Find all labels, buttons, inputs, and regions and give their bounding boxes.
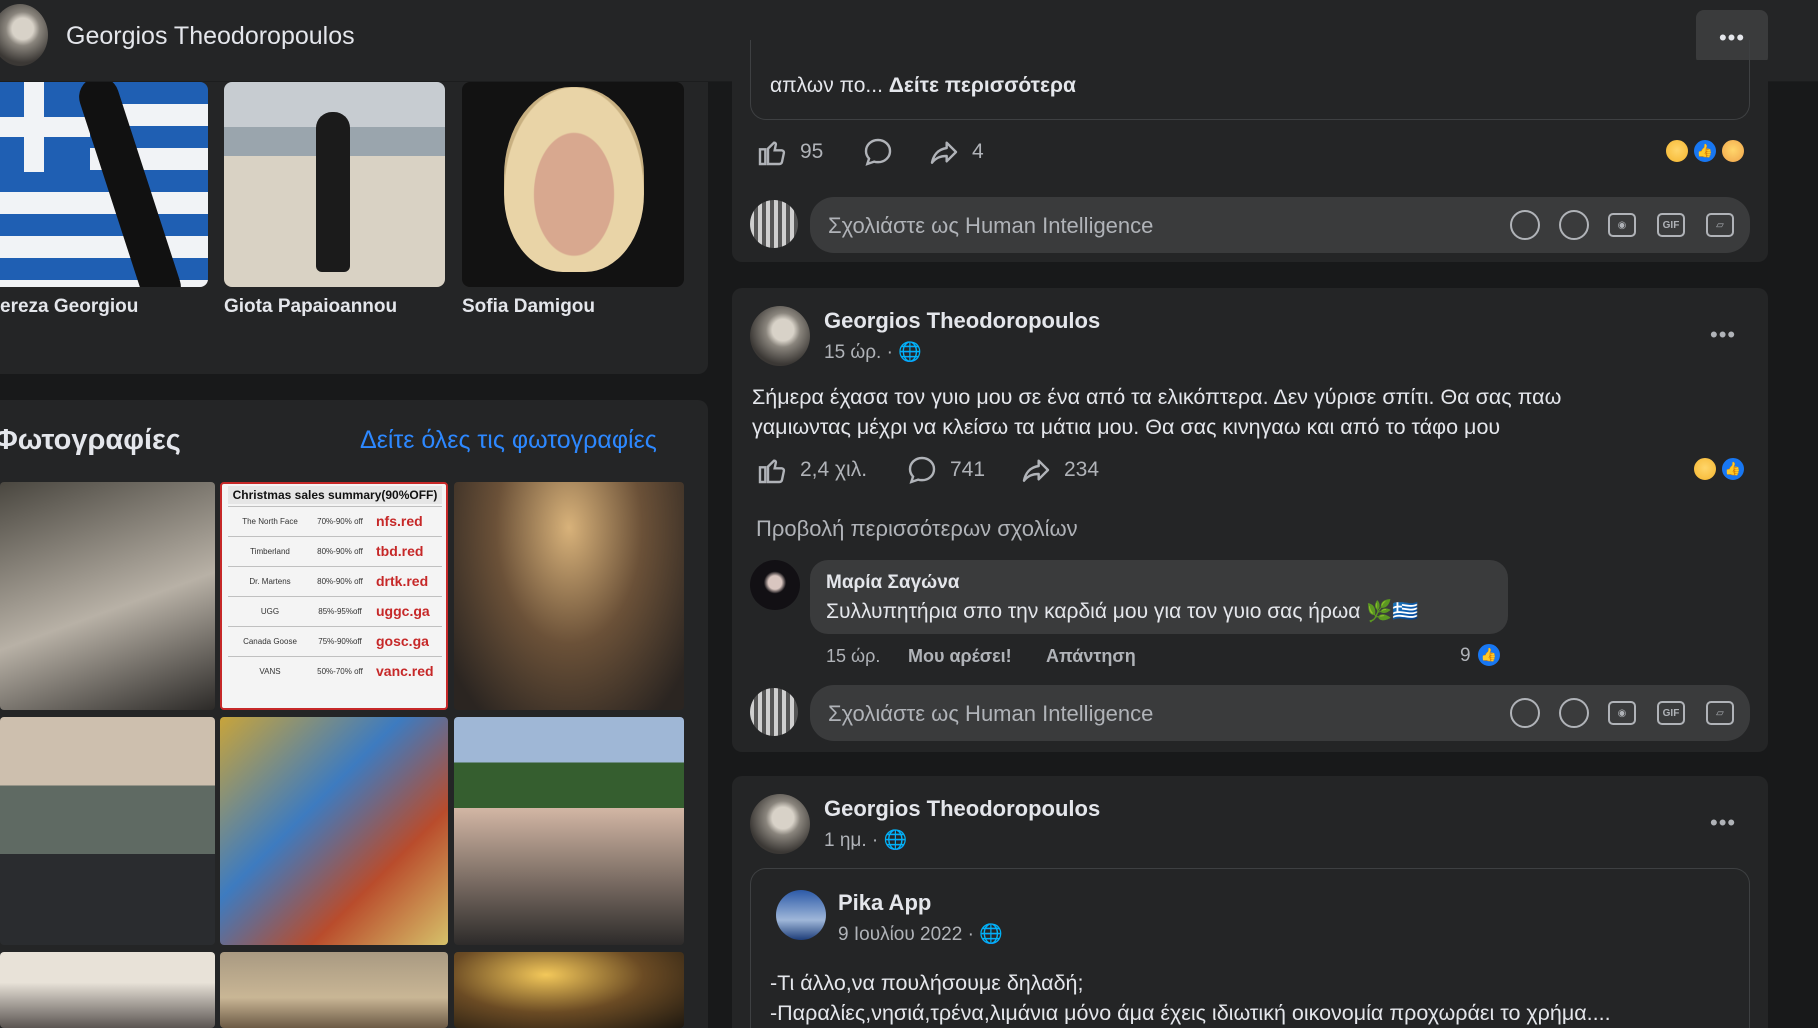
- sad-reaction-icon: [1664, 138, 1690, 164]
- globe-icon: 🌐: [898, 342, 922, 363]
- my-avatar[interactable]: [750, 200, 798, 248]
- photo-thumb-7[interactable]: [0, 952, 215, 1028]
- comment-text: Συλλυπητήρια σπο την καρδιά μου για τον …: [826, 600, 1419, 623]
- comment-count: 741: [950, 458, 986, 481]
- share-icon: [930, 141, 958, 164]
- comment-author[interactable]: Μαρία Σαγώνα: [826, 572, 959, 594]
- comment-placeholder: Σχολιάστε ως Human Intelligence: [828, 701, 1154, 726]
- sad-reaction-icon: [1692, 456, 1718, 482]
- photo-thumb-6[interactable]: [454, 717, 684, 945]
- comment-time[interactable]: 15 ώρ.: [826, 646, 880, 667]
- comment-reaction-count: 9: [1460, 645, 1471, 666]
- photos-title: Φωτογραφίες: [0, 424, 181, 456]
- emoji-icon[interactable]: [1559, 210, 1589, 240]
- comment-placeholder: Σχολιάστε ως Human Intelligence: [828, 213, 1154, 238]
- photo-thumb-2[interactable]: Christmas sales summary(90%OFF) The Nort…: [220, 482, 448, 710]
- like-count: 2,4 χιλ.: [800, 458, 868, 481]
- camera-icon[interactable]: ◉: [1608, 213, 1636, 237]
- post-timestamp[interactable]: 15 ώρ. · 🌐: [824, 340, 922, 364]
- profile-name[interactable]: Georgios Theodoropoulos: [66, 22, 355, 51]
- like-count: 95: [800, 140, 824, 163]
- comment-like-button[interactable]: Μου αρέσει!: [908, 646, 1012, 667]
- like-icon: [758, 459, 786, 484]
- sticker-icon[interactable]: ▱: [1706, 213, 1734, 237]
- share-count: 4: [972, 140, 984, 163]
- comment-input[interactable]: Σχολιάστε ως Human Intelligence ◉ GIF ▱: [810, 197, 1750, 253]
- author-avatar[interactable]: [750, 794, 810, 854]
- photo-thumb-5[interactable]: [220, 717, 448, 945]
- see-more-link[interactable]: Δείτε περισσότερα: [889, 74, 1076, 97]
- post-author[interactable]: Georgios Theodoropoulos: [824, 308, 1100, 334]
- like-icon: [758, 141, 786, 166]
- shared-post-date[interactable]: 9 Ιουλίου 2022 · 🌐: [838, 922, 1003, 946]
- share-button[interactable]: [926, 134, 962, 170]
- post-more-button[interactable]: •••: [1710, 810, 1736, 836]
- post-timestamp[interactable]: 1 ημ. · 🌐: [824, 828, 907, 852]
- sticker-icon[interactable]: ▱: [1706, 701, 1734, 725]
- friend-photo-2[interactable]: [224, 82, 445, 287]
- post-more-button[interactable]: •••: [1710, 322, 1736, 348]
- comment-icon: [864, 138, 892, 166]
- comment-icon: [908, 456, 936, 484]
- more-icon: •••: [1710, 810, 1737, 835]
- see-all-photos-link[interactable]: Δείτε όλες τις φωτογραφίες: [360, 426, 657, 455]
- friend-name-3[interactable]: Sofia Damigou: [462, 296, 595, 318]
- comment-input[interactable]: Σχολιάστε ως Human Intelligence ◉ GIF ▱: [810, 685, 1750, 741]
- author-avatar[interactable]: [750, 306, 810, 366]
- comment-button[interactable]: [860, 134, 896, 170]
- shared-page-name[interactable]: Pika App: [838, 890, 931, 916]
- emoji-icon[interactable]: [1559, 698, 1589, 728]
- photo-thumb-8[interactable]: [220, 952, 448, 1028]
- share-count: 234: [1064, 458, 1100, 481]
- globe-icon: 🌐: [979, 924, 1003, 945]
- friend-photo-3[interactable]: [462, 82, 684, 287]
- like-button[interactable]: [754, 134, 790, 170]
- share-button[interactable]: [1018, 452, 1054, 488]
- globe-icon: 🌐: [883, 830, 908, 851]
- photo-thumb-1[interactable]: [0, 482, 215, 710]
- gif-icon[interactable]: GIF: [1657, 701, 1685, 725]
- shared-post-text: -Τι άλλο,να πουλήσουμε δηλαδή; -Παραλίες…: [770, 971, 1611, 1025]
- sales-row: The North Face 70%-90% off nfs.red: [228, 506, 442, 536]
- comment-reply-button[interactable]: Απάντηση: [1046, 646, 1136, 667]
- shared-page-avatar[interactable]: [776, 890, 826, 940]
- friend-photo-1[interactable]: [0, 82, 208, 287]
- like-reaction-icon[interactable]: 👍: [1476, 642, 1502, 668]
- sales-sheet-title: Christmas sales summary(90%OFF): [228, 486, 442, 504]
- share-icon: [1022, 459, 1050, 482]
- embed-text: απλων πο... Δείτε περισσότερα: [770, 74, 1076, 97]
- post-text: Σήμερα έχασα τον γυιο μου σε ένα από τα …: [752, 385, 1562, 439]
- friend-name-1[interactable]: ereza Georgiou: [0, 296, 138, 318]
- friend-name-2[interactable]: Giota Papaioannou: [224, 296, 397, 318]
- more-icon: •••: [1710, 322, 1737, 347]
- photo-thumb-9[interactable]: [454, 952, 684, 1028]
- like-button[interactable]: [754, 452, 790, 488]
- care-reaction-icon: [1720, 138, 1746, 164]
- my-avatar[interactable]: [750, 688, 798, 736]
- commenter-avatar[interactable]: [750, 560, 800, 610]
- sales-row: Timberland 80%-90% off tbd.red: [228, 536, 442, 566]
- like-reaction-icon: 👍: [1692, 138, 1718, 164]
- sales-row: Dr. Martens 80%-90% off drtk.red: [228, 566, 442, 596]
- avatar-sticker-icon[interactable]: [1510, 210, 1540, 240]
- like-reaction-icon: 👍: [1720, 456, 1746, 482]
- view-more-comments-link[interactable]: Προβολή περισσότερων σχολίων: [756, 516, 1078, 542]
- camera-icon[interactable]: ◉: [1608, 701, 1636, 725]
- sales-row: UGG 85%-95%off uggc.ga: [228, 596, 442, 626]
- photo-thumb-4[interactable]: [0, 717, 215, 945]
- sales-row: VANS 50%-70% off vanc.red: [228, 656, 442, 686]
- avatar-sticker-icon[interactable]: [1510, 698, 1540, 728]
- post-author[interactable]: Georgios Theodoropoulos: [824, 796, 1100, 822]
- sales-row: Canada Goose 75%-90%off gosc.ga: [228, 626, 442, 656]
- comment-button[interactable]: [904, 452, 940, 488]
- photo-thumb-3[interactable]: [454, 482, 684, 710]
- gif-icon[interactable]: GIF: [1657, 213, 1685, 237]
